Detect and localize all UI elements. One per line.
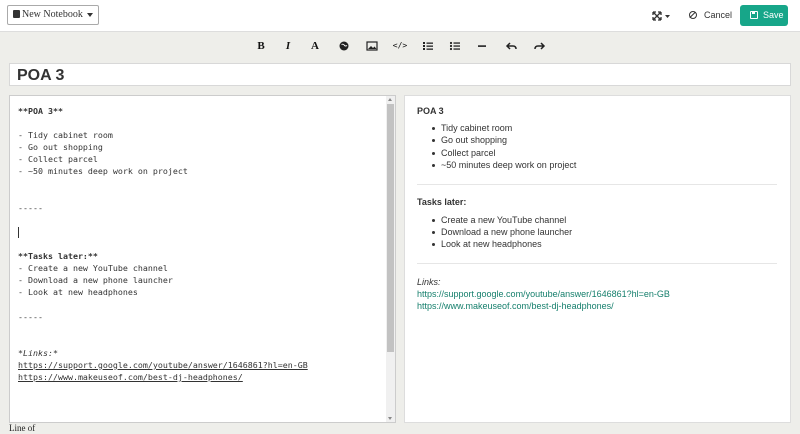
list-item: Create a new YouTube channel — [431, 215, 567, 225]
editor-line: https://www.makeuseof.com/best-dj-headph… — [18, 372, 243, 382]
image-icon — [366, 41, 378, 51]
cancel-icon — [689, 11, 697, 19]
image-button[interactable] — [364, 38, 380, 54]
code-button[interactable]: </> — [392, 38, 408, 54]
horizontal-rule-button[interactable] — [474, 38, 490, 54]
divider — [417, 184, 777, 185]
horizontal-rule-icon — [478, 45, 486, 47]
preview-link[interactable]: https://www.makeuseof.com/best-dj-headph… — [417, 301, 614, 311]
notebook-icon — [13, 10, 20, 18]
editor-line: - Download a new phone launcher — [18, 275, 173, 285]
scroll-down-icon[interactable] — [388, 417, 392, 420]
editor-line: - Look at new headphones — [18, 287, 138, 297]
links-label: Links: — [417, 277, 441, 287]
save-icon — [750, 11, 758, 19]
notebook-select-label: New Notebook — [22, 9, 83, 20]
save-button[interactable]: Save — [740, 5, 788, 26]
ordered-list-button[interactable] — [420, 38, 436, 54]
scroll-up-icon[interactable] — [388, 98, 392, 101]
preview-heading: Tasks later: — [417, 197, 467, 207]
editor-line: - Create a new YouTube channel — [18, 263, 168, 273]
divider — [417, 263, 777, 264]
editor-line: ----- — [18, 312, 43, 322]
editor-line: - Collect parcel — [18, 154, 98, 164]
notebook-select[interactable]: New Notebook — [7, 5, 99, 25]
markdown-preview: POA 3 Tidy cabinet room Go out shopping … — [404, 95, 791, 423]
note-title-field[interactable]: POA 3 — [9, 63, 791, 86]
top-bar: New Notebook Cancel Save — [0, 0, 800, 32]
cancel-button-label: Cancel — [704, 10, 733, 20]
preview-heading: POA 3 — [417, 106, 444, 116]
editor-line: **Tasks later:** — [18, 251, 98, 261]
editor-line: - ~50 minutes deep work on project — [18, 166, 188, 176]
list-item: Collect parcel — [432, 148, 496, 158]
undo-icon — [505, 42, 517, 50]
unordered-list-button[interactable] — [447, 38, 463, 54]
cancel-button[interactable]: Cancel — [684, 6, 736, 26]
italic-button[interactable]: I — [280, 38, 296, 54]
editor-line: https://support.google.com/youtube/answe… — [18, 360, 308, 370]
editor-line: - Go out shopping — [18, 142, 103, 152]
unordered-list-icon — [449, 41, 460, 51]
editor-line: - Tidy cabinet room — [18, 130, 113, 140]
status-bar: Line of — [9, 423, 36, 433]
save-button-label: Save — [763, 10, 784, 20]
expand-arrows-icon — [652, 11, 670, 21]
list-item: Look at new headphones — [432, 239, 542, 249]
bold-button[interactable]: B — [253, 38, 269, 54]
preview-link[interactable]: https://support.google.com/youtube/answe… — [417, 289, 670, 299]
editor-line: ----- — [18, 203, 43, 213]
text-style-button[interactable]: A — [307, 38, 323, 54]
redo-button[interactable] — [531, 38, 547, 54]
scrollbar-thumb[interactable] — [387, 104, 394, 352]
list-item: ~50 minutes deep work on project — [431, 160, 577, 170]
undo-button[interactable] — [504, 38, 520, 54]
redo-icon — [534, 42, 546, 50]
expand-button[interactable] — [645, 6, 673, 26]
link-button[interactable] — [336, 38, 352, 54]
list-item: Tidy cabinet room — [431, 123, 513, 133]
markdown-editor[interactable]: **POA 3** - Tidy cabinet room - Go out s… — [9, 95, 396, 423]
list-item: Go out shopping — [431, 135, 508, 145]
ordered-list-icon — [423, 42, 433, 50]
globe-icon — [339, 41, 349, 51]
note-title: POA 3 — [17, 67, 65, 84]
text-cursor — [18, 227, 19, 238]
list-item: Download a new phone launcher — [431, 227, 573, 237]
editor-line: **POA 3** — [18, 106, 63, 116]
editor-line: *Links:* — [18, 348, 58, 358]
chevron-down-icon — [87, 13, 93, 17]
formatting-toolbar: B I A </> — [0, 32, 800, 60]
editor-scrollbar[interactable] — [386, 96, 395, 422]
